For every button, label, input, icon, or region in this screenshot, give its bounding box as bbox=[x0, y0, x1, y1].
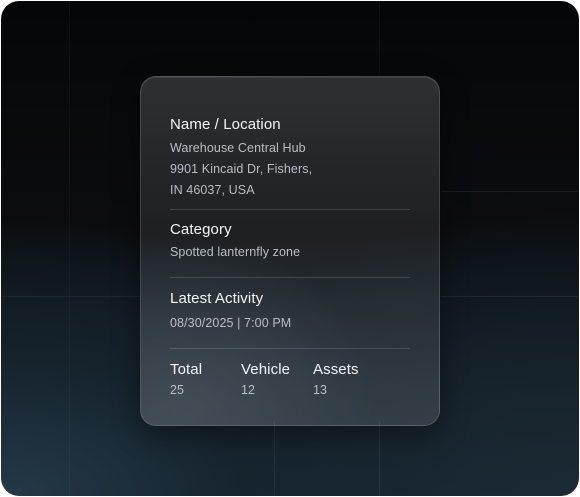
stat-total-label: Total bbox=[170, 361, 203, 378]
category-value: Spotted lanternfly zone bbox=[170, 245, 301, 259]
stat-assets: Assets 13 bbox=[313, 360, 393, 400]
stat-vehicle-value: 12 bbox=[241, 383, 256, 397]
stat-assets-value: 13 bbox=[313, 383, 328, 397]
stat-vehicle-label: Vehicle bbox=[241, 361, 291, 378]
location-info-card: Name / Location Warehouse Central Hub 99… bbox=[140, 76, 440, 426]
grid-line bbox=[441, 191, 579, 192]
stat-total-value: 25 bbox=[170, 383, 185, 397]
name-location-label: Name / Location bbox=[170, 116, 281, 133]
address-line-1: 9901 Kincaid Dr, Fishers, bbox=[170, 162, 313, 176]
grid-line bbox=[441, 296, 579, 297]
stat-vehicle: Vehicle 12 bbox=[241, 360, 313, 400]
grid-line bbox=[274, 421, 275, 496]
location-name: Warehouse Central Hub bbox=[170, 141, 306, 155]
grid-line bbox=[379, 421, 380, 496]
category-section: Category Spotted lanternfly zone bbox=[170, 210, 410, 278]
grid-line bbox=[1, 296, 141, 297]
stats-row: Total 25 Vehicle 12 Assets 13 bbox=[170, 349, 410, 400]
name-location-section: Name / Location Warehouse Central Hub 99… bbox=[170, 115, 410, 210]
latest-activity-section: Latest Activity 08/30/2025 | 7:00 PM bbox=[170, 278, 410, 349]
address-line-2: IN 46037, USA bbox=[170, 183, 255, 197]
latest-activity-value: 08/30/2025 | 7:00 PM bbox=[170, 316, 292, 330]
grid-line bbox=[69, 1, 70, 496]
category-label: Category bbox=[170, 221, 232, 238]
stat-assets-label: Assets bbox=[313, 361, 359, 378]
grid-line bbox=[379, 1, 380, 75]
stat-total: Total 25 bbox=[170, 360, 241, 400]
latest-activity-label: Latest Activity bbox=[170, 290, 264, 307]
